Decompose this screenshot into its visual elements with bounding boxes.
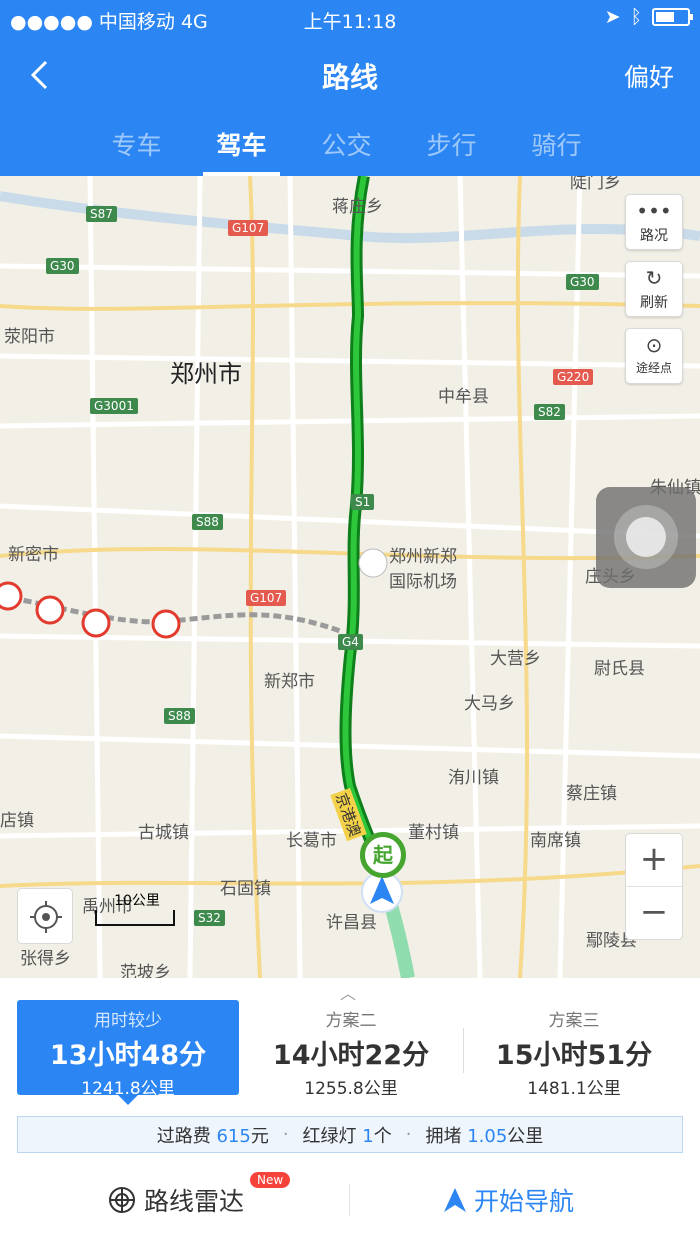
page-title: 路线 (321, 61, 378, 94)
map-label: 董村镇 (408, 823, 459, 843)
congestion-stat: 拥堵 1.05公里 (425, 1125, 544, 1147)
road-shield: G220 (553, 369, 594, 385)
map-label: 洧川镇 (448, 768, 499, 788)
map-label: 张得乡 (20, 949, 71, 969)
bluetooth-icon: ᛒ (630, 6, 642, 28)
traffic-light-stat: 红绿灯 1个 (302, 1125, 392, 1147)
start-marker: 起 (360, 832, 406, 878)
waypoint-button[interactable]: ⊙ 途经点 (625, 328, 683, 384)
map-label: 店镇 (0, 811, 34, 831)
plan-label: 方案三 (548, 1011, 600, 1031)
map-label: 中牟县 (438, 387, 489, 407)
map-label: 蒋庄乡 (332, 197, 383, 217)
road-shield: G107 (246, 590, 287, 606)
refresh-label: 刷新 (640, 295, 668, 311)
map-label: 陡门乡 (570, 176, 621, 193)
map-label: 许昌县 (326, 913, 377, 933)
road-shield: G107 (228, 220, 269, 236)
location-arrow-icon: ➤ (604, 6, 621, 28)
map-label: 大营乡 (490, 649, 541, 669)
plan-label: 方案二 (325, 1011, 377, 1031)
route-stats: 过路费 615元 · 红绿灯 1个 · 拥堵 1.05公里 (17, 1116, 683, 1153)
battery-icon (652, 8, 693, 26)
start-navigation-button[interactable]: 开始导航 (442, 1178, 574, 1222)
app-header: ●●●●● 中国移动 4G 上午11:18 ➤ ᛒ 路线 偏好 专车 驾车 公交… (0, 0, 700, 176)
plan-time: 15小时51分 (495, 1040, 653, 1071)
map-scale: 10公里 (95, 893, 175, 926)
radar-icon (109, 1187, 135, 1213)
toll-stat: 过路费 615元 (156, 1125, 269, 1147)
road-shield: S87 (86, 206, 117, 222)
map-label: 荥阳市 (4, 327, 55, 347)
road-shield: G30 (566, 274, 599, 290)
map-label: 古城镇 (138, 823, 189, 843)
route-panel: ︿ 用时较少 13小时48分 1241.8公里 方案二 14小时22分 1255… (0, 978, 700, 1244)
divider (349, 1184, 350, 1216)
map-label: 郑州新郑 (389, 547, 457, 567)
zoom-out-button[interactable]: − (626, 887, 682, 940)
plan-time: 13小时48分 (49, 1040, 207, 1071)
bottom-actions: 路线雷达 New 开始导航 (0, 1172, 700, 1222)
traffic-button[interactable]: ••• 路况 (625, 194, 683, 250)
tab-bus[interactable]: 公交 (294, 120, 399, 176)
route-radar-button[interactable]: 路线雷达 (108, 1178, 244, 1222)
scale-label: 10公里 (114, 893, 160, 909)
plan-option-3[interactable]: 方案三 15小时51分 1481.1公里 (463, 1000, 685, 1099)
navigation-arrow-icon (444, 1188, 466, 1212)
new-badge: New (250, 1172, 291, 1188)
preference-button[interactable]: 偏好 (624, 58, 674, 94)
refresh-icon: ↻ (645, 266, 663, 290)
map-label: 南席镇 (530, 831, 581, 851)
tab-walk[interactable]: 步行 (399, 120, 504, 176)
traffic-label: 路况 (640, 228, 668, 244)
road-shield: S88 (164, 708, 195, 724)
crosshair-icon (30, 901, 62, 933)
nav-bar: 路线 偏好 (0, 48, 700, 104)
map-label: 大马乡 (464, 694, 515, 714)
tab-taxi[interactable]: 专车 (84, 120, 189, 176)
locate-button[interactable] (17, 888, 73, 944)
start-navigation-label: 开始导航 (474, 1187, 575, 1216)
map-label: 蔡庄镇 (566, 784, 617, 804)
map-label: 新密市 (8, 545, 59, 565)
map-label-zhengzhou: 郑州市 (170, 360, 242, 388)
map-label: 石固镇 (220, 879, 271, 899)
map-label: 范坡乡 (120, 963, 171, 978)
map-label: 国际机场 (389, 572, 457, 592)
road-shield: G4 (338, 634, 363, 650)
waypoint-label: 途经点 (635, 361, 672, 375)
road-shield: G30 (46, 258, 79, 274)
refresh-button[interactable]: ↻ 刷新 (625, 261, 683, 317)
plan-option-2[interactable]: 方案二 14小时22分 1255.8公里 (240, 1000, 462, 1099)
plan-label: 用时较少 (94, 1011, 162, 1031)
plan-time: 14小时22分 (272, 1040, 430, 1071)
road-shield: S32 (194, 910, 225, 926)
map-label: 新郑市 (264, 672, 315, 692)
status-bar: ●●●●● 中国移动 4G 上午11:18 ➤ ᛒ (0, 0, 700, 36)
route-radar-label: 路线雷达 (144, 1187, 245, 1216)
tab-drive[interactable]: 驾车 (189, 120, 294, 176)
road-shield: S1 (351, 494, 375, 510)
road-shield: S88 (192, 514, 223, 530)
road-shield: G3001 (90, 398, 138, 414)
zoom-in-button[interactable]: + (626, 834, 682, 887)
route-map[interactable]: 蒋庄乡 陡门乡 荥阳市 郑州市 中牟县 朱仙镇 新密市 郑州新郑 国际机场 庄头… (0, 176, 700, 978)
traffic-icon: ••• (636, 199, 672, 223)
map-label: 长葛市 (286, 831, 337, 851)
plan-option-1[interactable]: 用时较少 13小时48分 1241.8公里 (17, 1000, 239, 1105)
map-pin-icon: ⊙ (645, 333, 663, 357)
clock: 上午11:18 (303, 11, 397, 33)
transport-tabs: 专车 驾车 公交 步行 骑行 (84, 120, 609, 176)
assistive-touch-button[interactable] (596, 487, 696, 588)
road-shield: S82 (534, 404, 565, 420)
plan-distance: 1481.1公里 (527, 1079, 621, 1099)
zoom-control: + − (625, 833, 683, 940)
plan-distance: 1241.8公里 (81, 1079, 175, 1099)
plan-distance: 1255.8公里 (304, 1079, 398, 1099)
tab-bike[interactable]: 骑行 (504, 120, 609, 176)
map-label: 尉氏县 (594, 659, 645, 679)
